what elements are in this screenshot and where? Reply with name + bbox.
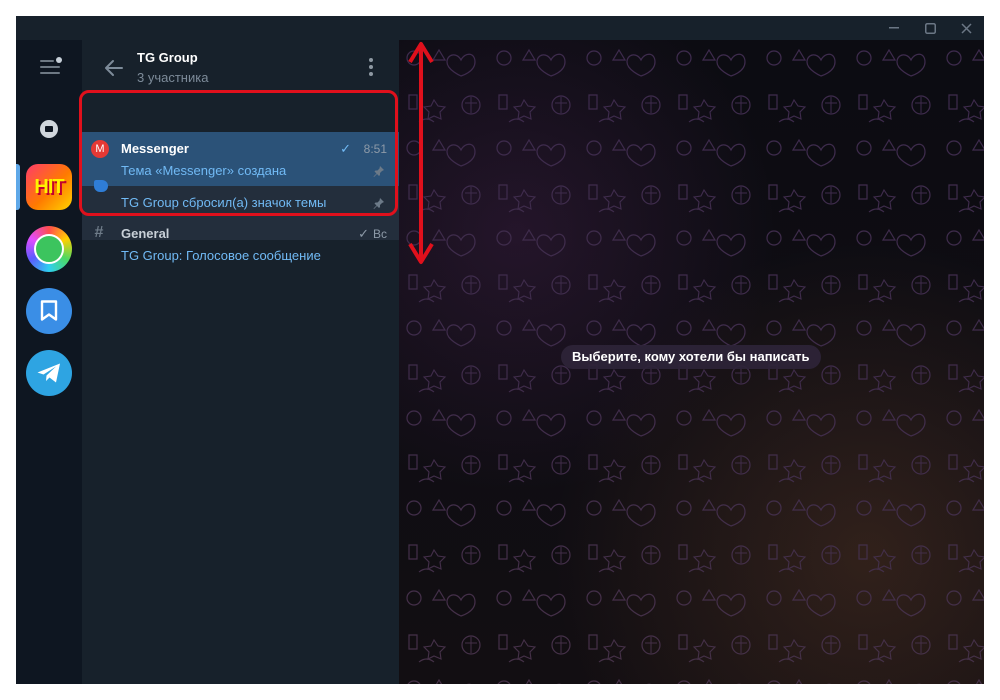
read-check-icon: ✓ [358,226,369,241]
archive-icon[interactable] [40,120,58,138]
hit-sticker-avatar[interactable]: HIT [26,164,72,210]
maximize-icon[interactable] [912,16,948,40]
hit-label: HIT [34,175,64,198]
group-members-count: 3 участника [137,70,209,85]
active-folder-indicator [16,164,20,210]
hash-icon: # [94,224,104,241]
folders-sidebar: HIT [16,40,82,684]
smiley-face-icon [34,234,64,264]
smiley-avatar[interactable] [26,226,72,272]
empty-chat-hint: Выберите, кому хотели бы написать [561,345,821,369]
group-title: TG Group [137,50,198,65]
topic-time: Вс [372,227,387,241]
telegram-avatar[interactable] [26,350,72,396]
minimize-icon[interactable] [876,16,912,40]
topic-last-message: TG Group: Голосовое сообщение [121,248,321,263]
annotation-highlight-box [79,90,398,216]
back-arrow-icon[interactable] [102,56,126,80]
close-icon[interactable] [948,16,984,40]
saved-messages-avatar[interactable] [26,288,72,334]
telegram-icon [37,363,60,383]
topic-name: General [121,226,170,241]
topic-row-general[interactable]: # General ✓ Вс TG Group: Голосовое сообщ… [82,222,399,276]
chat-area: Выберите, кому хотели бы написать [399,40,984,684]
unread-dot [56,57,62,63]
bookmark-icon [40,300,58,321]
title-bar [16,16,984,40]
annotation-double-arrow-icon [408,42,434,264]
more-options-icon[interactable] [368,58,374,76]
